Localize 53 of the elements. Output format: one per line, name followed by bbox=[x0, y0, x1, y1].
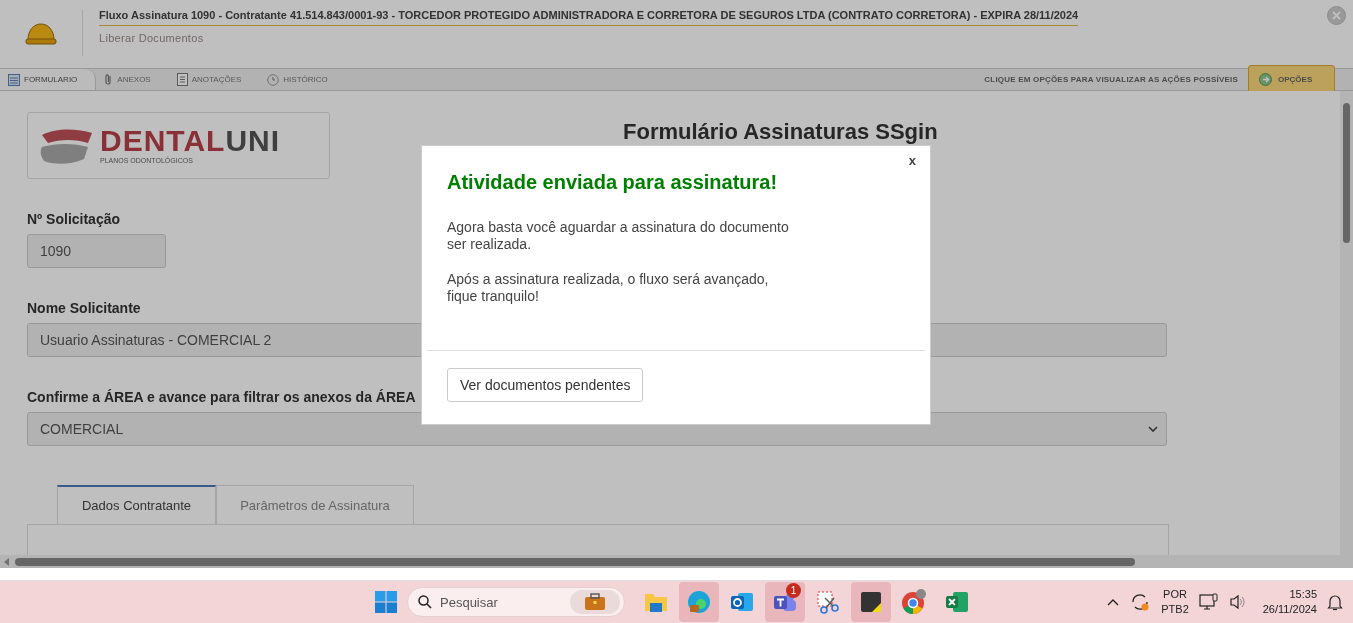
tab[interactable]: ANOTAÇÕES bbox=[168, 69, 260, 90]
clock-icon bbox=[267, 73, 280, 86]
scroll-left-icon[interactable] bbox=[4, 557, 9, 566]
form-title: Formulário Assinaturas SSgin bbox=[623, 120, 938, 144]
dialog-message: Após a assinatura realizada, o fluxo será avançado, fique tranquilo! bbox=[447, 271, 770, 305]
close-icon bbox=[1332, 11, 1341, 20]
clock[interactable]: 15:35 26/11/2024 bbox=[1262, 587, 1317, 617]
windows-start-icon[interactable] bbox=[374, 590, 398, 614]
browser-icon bbox=[901, 589, 927, 615]
tab[interactable]: ANEXOS bbox=[96, 69, 169, 90]
sticky-note-icon bbox=[860, 591, 882, 613]
volume-icon[interactable] bbox=[1228, 594, 1247, 610]
options-button[interactable]: OPÇÕES bbox=[1248, 65, 1335, 93]
input-field[interactable]: 1090 bbox=[27, 234, 166, 268]
chevron-down-icon bbox=[1148, 425, 1158, 433]
close-button[interactable]: x bbox=[908, 153, 916, 168]
tab[interactable]: Dados Contratante bbox=[57, 485, 216, 525]
chevron-up-icon[interactable] bbox=[1107, 598, 1120, 606]
pending-documents-button[interactable]: Ver documentos pendentes bbox=[447, 368, 644, 402]
helmet-icon bbox=[25, 22, 57, 46]
spreadsheet-app-icon bbox=[945, 591, 969, 613]
search-icon bbox=[418, 595, 432, 609]
dialog-message: Agora basta você aguardar a assinatura do documento ser realizada. bbox=[447, 219, 790, 253]
notification-badge: 1 bbox=[786, 583, 801, 598]
arrow-icon bbox=[1259, 72, 1272, 86]
paperclip-icon bbox=[104, 73, 114, 86]
browser-icon bbox=[687, 590, 711, 614]
horizontal-scrollbar[interactable] bbox=[0, 555, 1353, 568]
briefcase-icon bbox=[584, 593, 606, 611]
process-title: Fluxo Assinatura 1090 - Contratante 41.514.843/0001-93 - TORCEDOR PROTEGIDO ADMINISTRADORA E CORRETORA DE SEGUROS LTDA (CONTRATO CORRETORA) - EXPIRA 28/11/2024 bbox=[99, 9, 1079, 26]
field-label: Nome Solicitante bbox=[27, 300, 141, 316]
notes-icon bbox=[176, 73, 188, 86]
vertical-scrollbar[interactable] bbox=[1340, 91, 1353, 555]
tab[interactable]: Parâmetros de Assinatura bbox=[216, 485, 414, 525]
folder-icon bbox=[644, 591, 668, 613]
taskbar-app[interactable] bbox=[851, 582, 891, 622]
form-icon bbox=[8, 73, 20, 86]
bell-icon[interactable] bbox=[1327, 593, 1343, 611]
scissors-icon bbox=[816, 590, 840, 614]
process-subtitle: Liberar Documentos bbox=[99, 32, 205, 44]
taskbar-app[interactable]: 1 bbox=[765, 582, 805, 622]
language-indicator[interactable]: POR PTB2 bbox=[1161, 587, 1189, 617]
field-label: Nº Solicitação bbox=[27, 211, 121, 227]
field-label: Confirme a ÁREA e avance para filtrar os anexos da ÁREA bbox=[27, 389, 416, 405]
mail-app-icon bbox=[730, 591, 754, 613]
hint-text: CLIQUE EM OPÇÕES PARA VISUALIZAR AS AÇÕES POSSÍVEIS bbox=[984, 75, 1238, 84]
network-icon[interactable] bbox=[1198, 593, 1219, 611]
brand-name: DENTAL bbox=[100, 126, 226, 156]
tab[interactable]: HISTÓRICO bbox=[259, 69, 346, 90]
search-field[interactable]: Pesquisar bbox=[407, 587, 625, 617]
dialog-title: Atividade enviada para assinatura! bbox=[447, 171, 779, 194]
tab[interactable]: FORMULARIO bbox=[0, 69, 97, 90]
brand-name: UNI bbox=[225, 126, 281, 156]
